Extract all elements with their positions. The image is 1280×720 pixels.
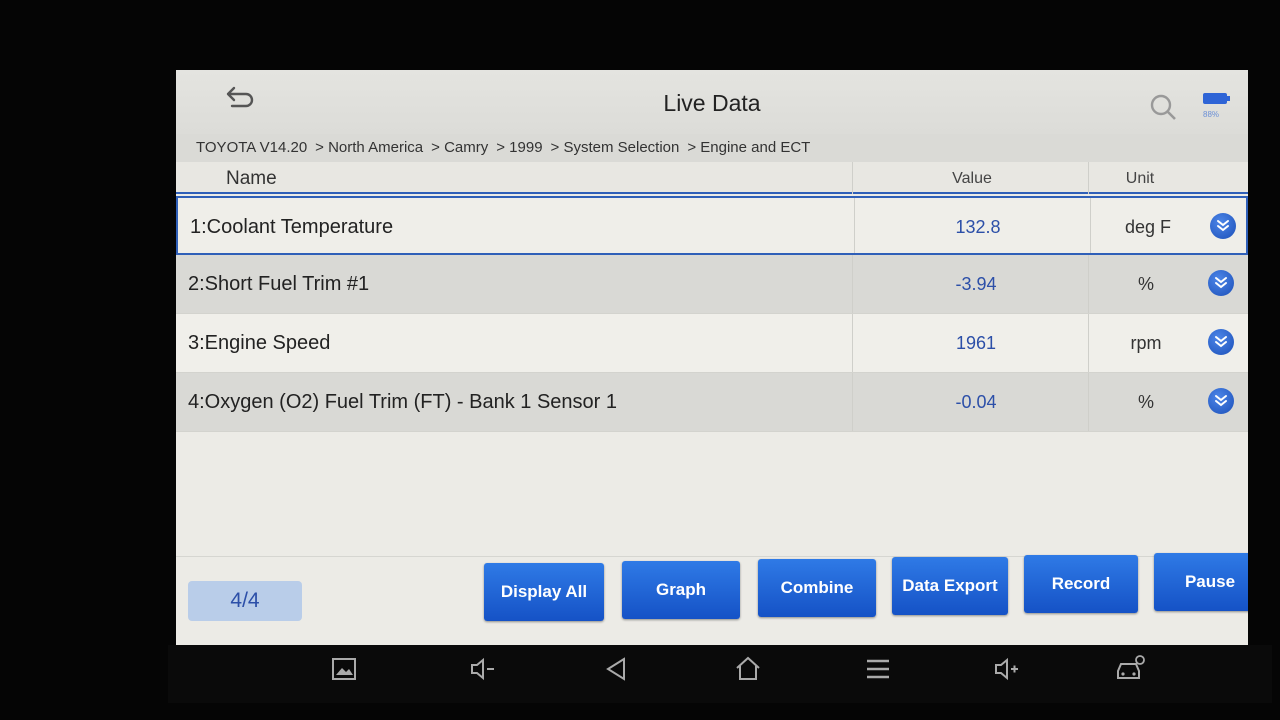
column-divider [852,314,853,372]
row-name: 2:Short Fuel Trim #1 [188,273,370,295]
breadcrumb-item[interactable]: > System Selection [551,139,680,156]
table-header: Name Value Unit [176,162,1248,194]
table-row[interactable]: 1:Coolant Temperature 132.8 deg F [176,196,1248,255]
data-export-button[interactable]: Data Export [892,557,1008,615]
menu-icon[interactable] [862,653,894,685]
column-divider [1088,162,1089,194]
row-value: 1961 [955,333,997,353]
column-divider [1090,198,1091,253]
table-row[interactable]: 4:Oxygen (O2) Fuel Trim (FT) - Bank 1 Se… [176,373,1248,432]
chevron-double-down-icon[interactable] [1208,329,1234,355]
page-total: 4 [247,589,260,612]
volume-up-icon[interactable] [990,653,1022,685]
android-nav-bar [168,645,1272,703]
footer-toolbar: 4/4 Display All Graph Combine Data Expor… [176,553,1248,645]
chevron-double-down-icon[interactable] [1208,270,1234,296]
header-value[interactable]: Value [852,170,1092,188]
search-icon[interactable] [1148,92,1178,122]
column-divider [1088,314,1089,372]
chevron-double-down-icon[interactable] [1210,213,1236,239]
battery-percentage: 88% [1203,110,1220,119]
home-icon[interactable] [732,653,764,685]
pause-button[interactable]: Pause [1154,553,1248,611]
chevron-double-down-icon[interactable] [1208,388,1234,414]
row-unit: % [1137,274,1154,294]
breadcrumb-item[interactable]: > North America [315,139,423,156]
car-diagnostic-icon[interactable] [1114,653,1146,685]
back-triangle-icon[interactable] [600,653,632,685]
breadcrumb-item[interactable]: > 1999 [496,139,542,156]
record-button[interactable]: Record [1024,555,1138,613]
row-name: 1:Coolant Temperature [190,216,394,238]
row-value: -0.04 [955,392,997,412]
column-divider [1088,255,1089,313]
row-name: 3:Engine Speed [188,332,331,354]
page-indicator: 4/4 [188,581,302,621]
screenshot-icon[interactable] [328,653,360,685]
breadcrumb-item[interactable]: > Camry [431,139,488,156]
combine-button[interactable]: Combine [758,559,876,617]
column-divider [1088,373,1089,431]
display-all-button[interactable]: Display All [484,563,604,621]
row-value: -3.94 [955,274,997,294]
table-row[interactable]: 2:Short Fuel Trim #1 -3.94 % [176,255,1248,314]
header-name[interactable]: Name [226,168,277,190]
row-unit: rpm [1130,333,1162,353]
app-screen: Live Data 88% TOYOTA V14.20 > North Ameri… [176,70,1248,645]
column-divider [852,373,853,431]
column-divider [854,198,855,253]
row-unit: % [1137,392,1154,412]
breadcrumb-item[interactable]: > Engine and ECT [687,139,810,156]
row-name: 4:Oxygen (O2) Fuel Trim (FT) - Bank 1 Se… [188,391,618,413]
breadcrumb-item[interactable]: TOYOTA V14.20 [196,139,307,156]
page-current: 4 [230,589,243,612]
header-unit[interactable]: Unit [1092,170,1188,188]
column-divider [852,255,853,313]
live-data-table: 1:Coolant Temperature 132.8 deg F 2:Shor… [176,196,1248,432]
graph-button[interactable]: Graph [622,561,740,619]
table-row[interactable]: 3:Engine Speed 1961 rpm [176,314,1248,373]
row-value: 132.8 [955,217,1001,237]
title-bar: Live Data 88% [176,70,1248,134]
page-title: Live Data [663,90,761,116]
breadcrumb: TOYOTA V14.20 > North America > Camry > 199… [176,134,1248,162]
row-unit: deg F [1124,217,1172,237]
volume-down-icon[interactable] [466,653,498,685]
